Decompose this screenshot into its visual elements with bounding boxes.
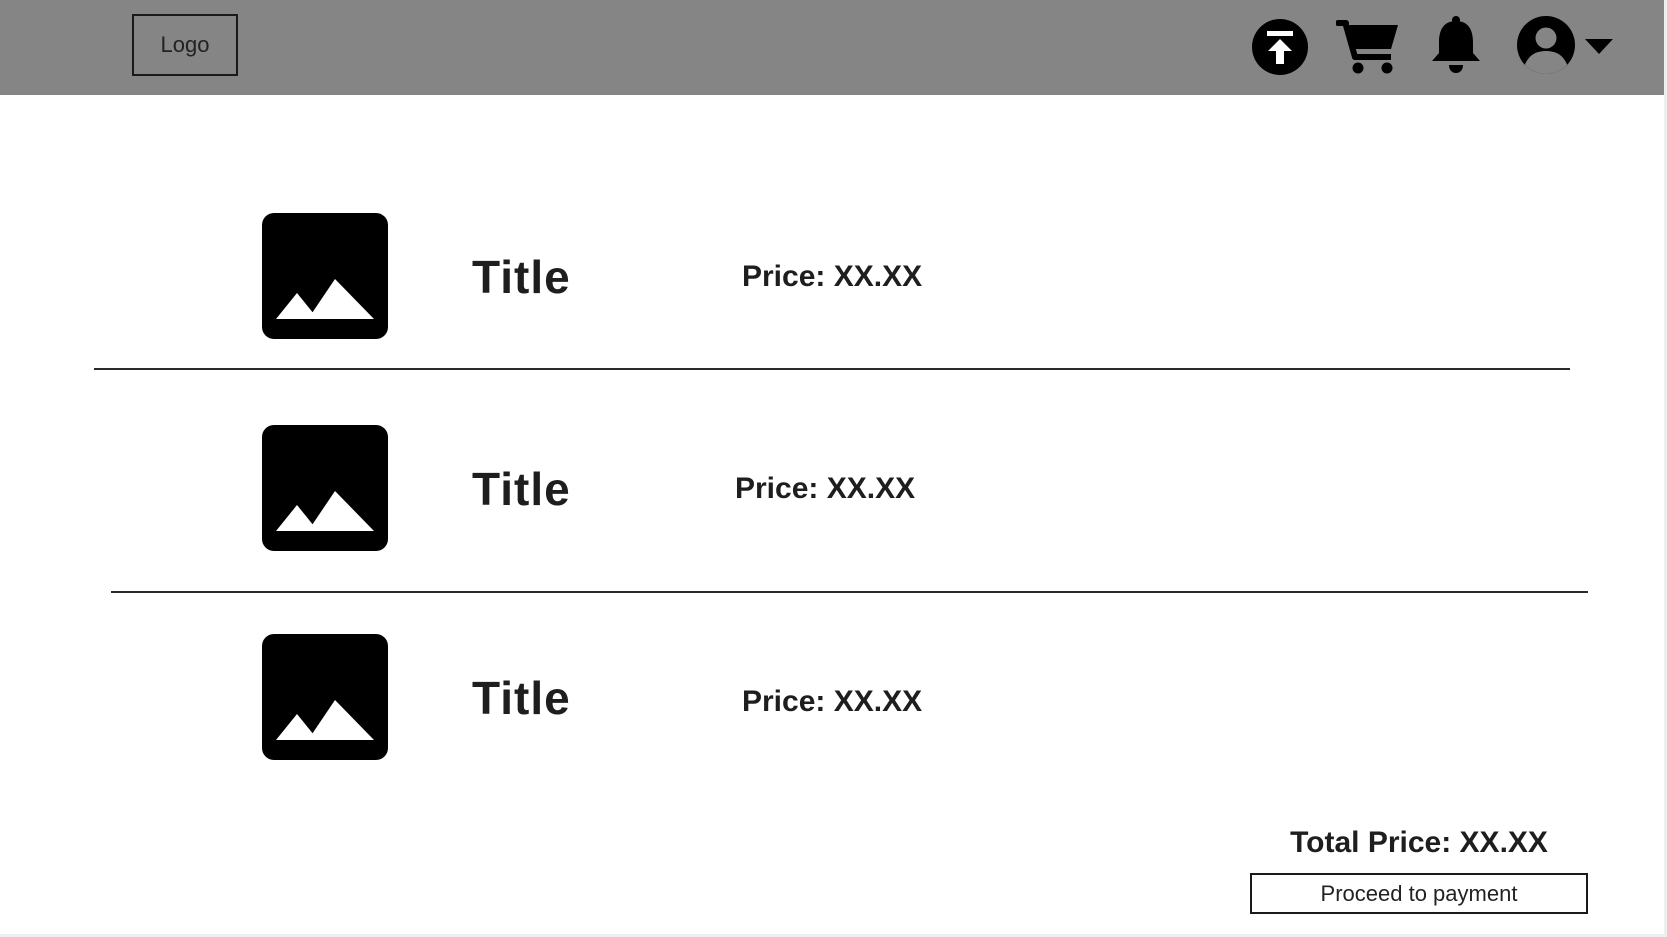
bell-icon[interactable]	[1430, 15, 1482, 75]
top-navigation-bar: Logo	[0, 0, 1664, 95]
proceed-to-payment-button[interactable]: Proceed to payment	[1250, 873, 1588, 914]
user-avatar-icon[interactable]	[1516, 15, 1576, 75]
image-placeholder-icon	[262, 634, 388, 760]
item-price: Price: XX.XX	[742, 260, 923, 293]
logo[interactable]: Logo	[132, 14, 238, 76]
image-placeholder-icon	[262, 425, 388, 551]
chevron-down-icon[interactable]	[1585, 39, 1613, 55]
total-price: Total Price: XX.XX	[1290, 826, 1548, 859]
image-placeholder-icon	[262, 213, 388, 339]
row-divider	[111, 591, 1588, 593]
item-title: Title	[472, 463, 571, 515]
row-divider	[94, 368, 1570, 370]
upload-icon[interactable]	[1251, 18, 1309, 76]
cart-page: Logo Title Price: XX.XX Title Price: XX.…	[0, 0, 1667, 937]
item-title: Title	[472, 672, 571, 724]
item-price: Price: XX.XX	[735, 472, 916, 505]
item-title: Title	[472, 251, 571, 303]
cart-icon[interactable]	[1336, 17, 1400, 75]
item-price: Price: XX.XX	[742, 685, 923, 718]
